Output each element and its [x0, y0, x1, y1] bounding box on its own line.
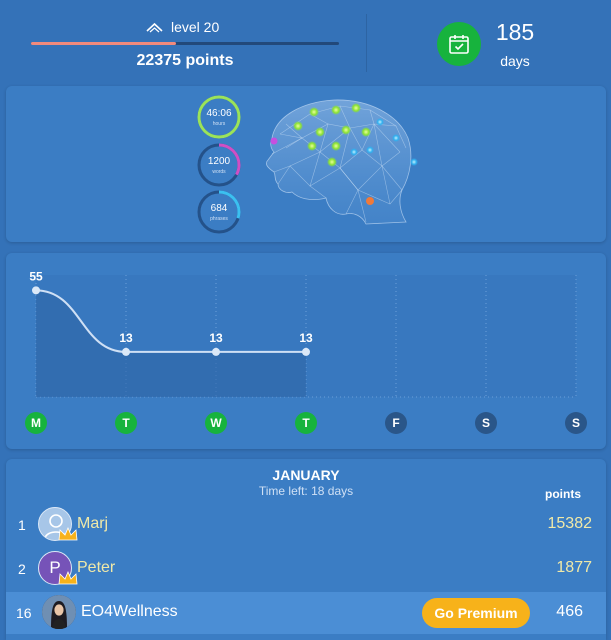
row-points: 15382 [547, 515, 593, 532]
level-progress-bar [31, 42, 339, 45]
row-points: 1877 [556, 559, 592, 576]
day-indicator[interactable]: S [565, 412, 587, 434]
leaderboard-time-left: Time left: 18 days [258, 484, 354, 498]
header-bar: level 20 22375 points 185 days [0, 0, 611, 80]
phrases-value: 684 [210, 203, 228, 214]
data-point [122, 347, 130, 356]
day-indicator[interactable]: T [295, 412, 317, 434]
data-point [302, 347, 310, 356]
data-label: 55 [29, 269, 43, 283]
chevron-up-icon [146, 22, 163, 33]
streak-days-count: 185 [495, 19, 535, 45]
calendar-check-icon [449, 35, 469, 54]
points-column-header: points [545, 487, 581, 501]
user-photo-icon [42, 595, 76, 629]
day-label: F [392, 416, 399, 430]
leaderboard-row[interactable]: 2 P Peter 1877 [6, 548, 606, 590]
streak-days-label: days [500, 53, 530, 69]
data-label: 13 [119, 331, 133, 345]
data-point [32, 286, 40, 295]
weekly-activity-chart: 55 13 13 13 M T W T F S S [6, 253, 606, 449]
total-points: 22375 points [136, 52, 234, 69]
day-indicator[interactable]: M [25, 412, 47, 434]
time-label: hours [212, 121, 226, 127]
day-label: M [31, 416, 41, 430]
phrases-label: phrases [210, 216, 228, 222]
crown-icon [58, 527, 78, 541]
chart-canvas: 55 13 13 13 M T W T F S S [25, 269, 587, 434]
day-label: S [482, 416, 490, 430]
day-indicator[interactable]: F [385, 412, 407, 434]
data-label: 13 [299, 331, 313, 345]
leaderboard-month: JANUARY [272, 467, 340, 483]
brain-head-illustration [266, 99, 418, 225]
row-username: Marj [77, 515, 109, 532]
day-label: S [572, 416, 580, 430]
row-points: 466 [556, 603, 583, 620]
go-premium-button[interactable]: Go Premium [422, 598, 530, 628]
time-stat[interactable]: 46:06 hours [197, 95, 241, 139]
day-label: T [122, 416, 130, 430]
phrases-stat[interactable]: 684 phrases [197, 190, 241, 234]
row-rank: 1 [18, 517, 26, 533]
time-value: 46:06 [206, 108, 232, 119]
words-label: words [212, 169, 226, 175]
day-label: W [210, 416, 222, 430]
stats-panel: 46:06 hours 1200 words 684 phrases [6, 86, 606, 242]
row-rank: 2 [18, 561, 26, 577]
row-username: EO4Wellness [81, 603, 178, 620]
words-stat[interactable]: 1200 words [197, 143, 241, 187]
data-point [212, 347, 220, 356]
data-label: 13 [209, 331, 223, 345]
level-indicator[interactable]: level 20 [146, 19, 219, 35]
words-value: 1200 [207, 156, 231, 167]
leaderboard-panel: JANUARY Time left: 18 days points 1 Marj… [6, 459, 606, 640]
streak-calendar-icon[interactable] [437, 22, 481, 66]
day-indicator[interactable]: T [115, 412, 137, 434]
crown-icon [58, 571, 78, 585]
row-username: Peter [77, 559, 116, 576]
day-indicator[interactable]: S [475, 412, 497, 434]
avatar [42, 595, 76, 629]
row-rank: 16 [16, 605, 32, 621]
level-progress-fill [31, 42, 176, 45]
level-label: level 20 [171, 19, 220, 35]
leaderboard-row[interactable]: 1 Marj 15382 [6, 504, 606, 546]
day-indicator[interactable]: W [205, 412, 227, 434]
day-label: T [302, 416, 310, 430]
current-user-row[interactable]: 16 EO4Wellness Go Premium 466 [6, 592, 606, 634]
header-divider [366, 14, 367, 72]
